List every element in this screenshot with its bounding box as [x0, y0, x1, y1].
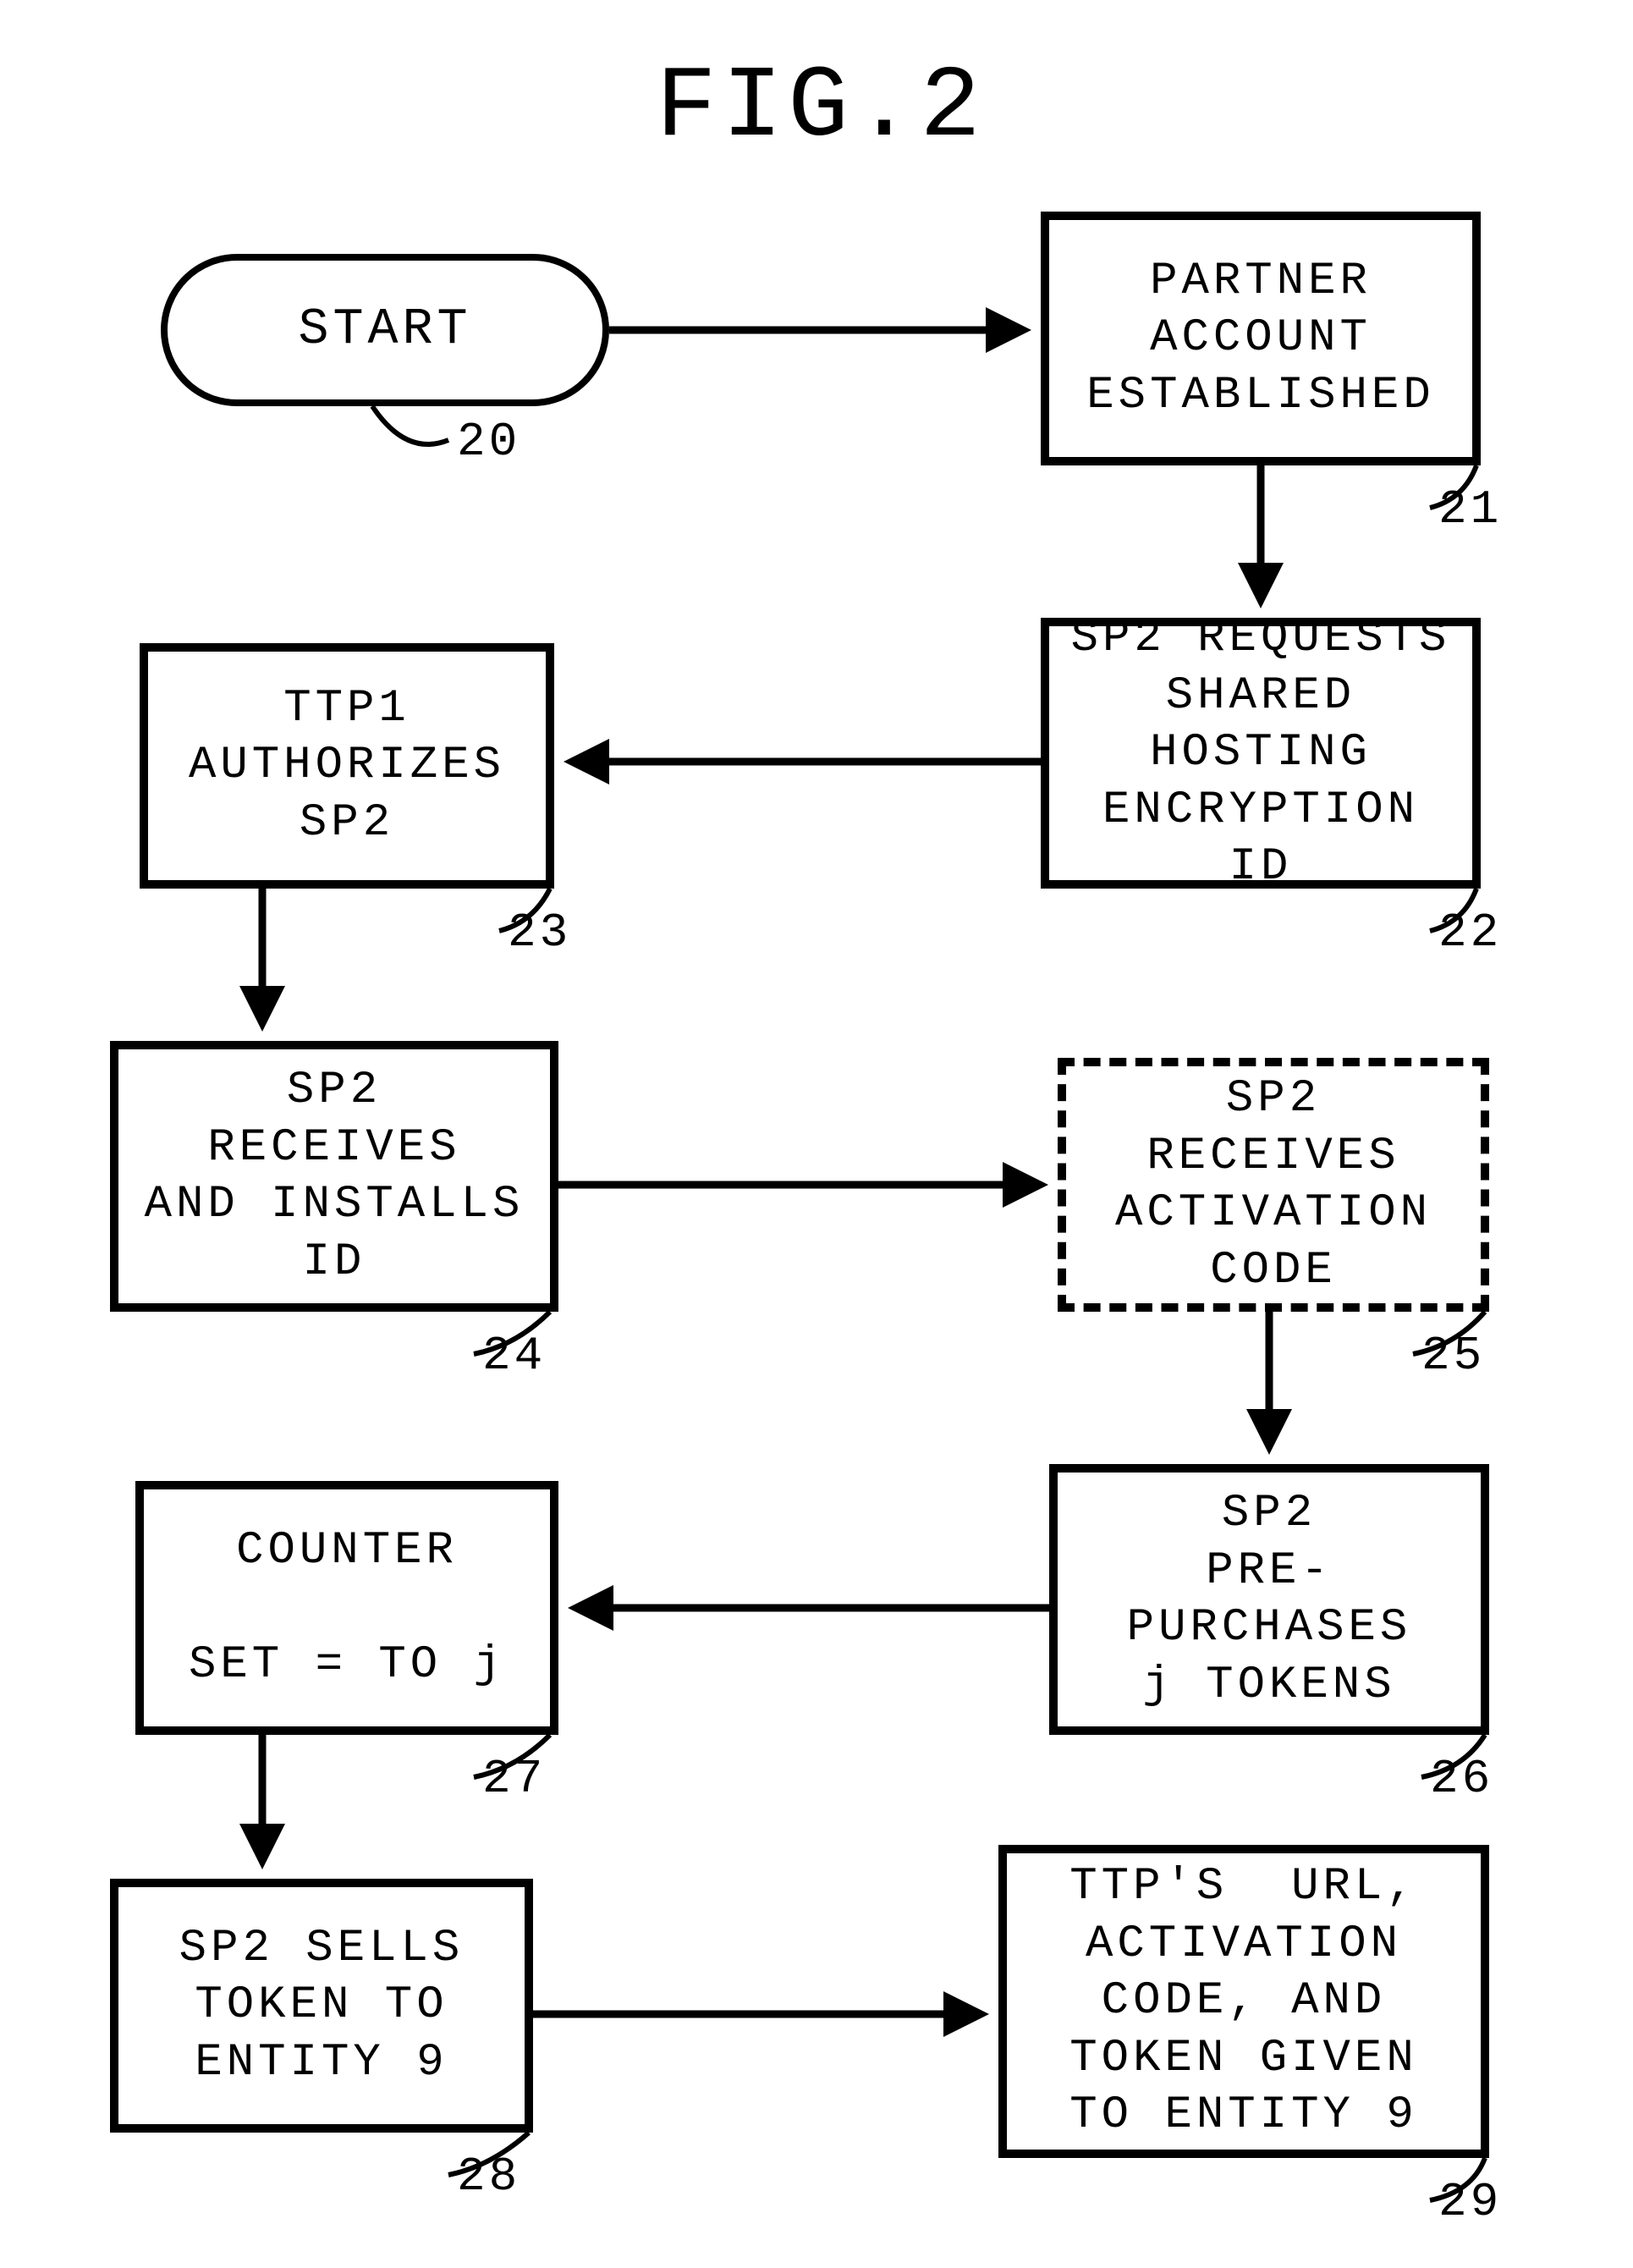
- node-sp2-requests: SP2 REQUESTSSHAREDHOSTINGENCRYPTION ID: [1041, 618, 1481, 889]
- diagram-page: FIG.2 START 20 PARTNERACCOUNTESTABLISHED…: [0, 0, 1633, 2268]
- node-ttp-url-token: TTP'S URL,ACTIVATIONCODE, ANDTOKEN GIVEN…: [998, 1845, 1489, 2158]
- ref-23: 23: [508, 906, 571, 960]
- node-sp2-sells-token: SP2 SELLSTOKEN TOENTITY 9: [110, 1879, 533, 2133]
- node-ttp1-authorizes: TTP1AUTHORIZESSP2: [140, 643, 554, 889]
- node-start: START: [161, 254, 609, 406]
- ref-20: 20: [457, 415, 520, 469]
- node-sp2-installs-id: SP2RECEIVESAND INSTALLSID: [110, 1041, 558, 1312]
- figure-title: FIG.2: [609, 51, 1032, 166]
- node-partner-account: PARTNERACCOUNTESTABLISHED: [1041, 212, 1481, 465]
- ref-27: 27: [482, 1752, 546, 1806]
- node-counter-set: COUNTER SET = TO j: [135, 1481, 558, 1735]
- ref-25: 25: [1421, 1329, 1485, 1383]
- node-sp2-prepurchases: SP2PRE-PURCHASESj TOKENS: [1049, 1464, 1489, 1735]
- ref-22: 22: [1438, 906, 1502, 960]
- ref-24: 24: [482, 1329, 546, 1383]
- ref-26: 26: [1430, 1752, 1493, 1806]
- ref-29: 29: [1438, 2175, 1502, 2229]
- ref-21: 21: [1438, 482, 1502, 537]
- node-sp2-activation-code: SP2RECEIVESACTIVATIONCODE: [1058, 1058, 1489, 1312]
- ref-28: 28: [457, 2150, 520, 2204]
